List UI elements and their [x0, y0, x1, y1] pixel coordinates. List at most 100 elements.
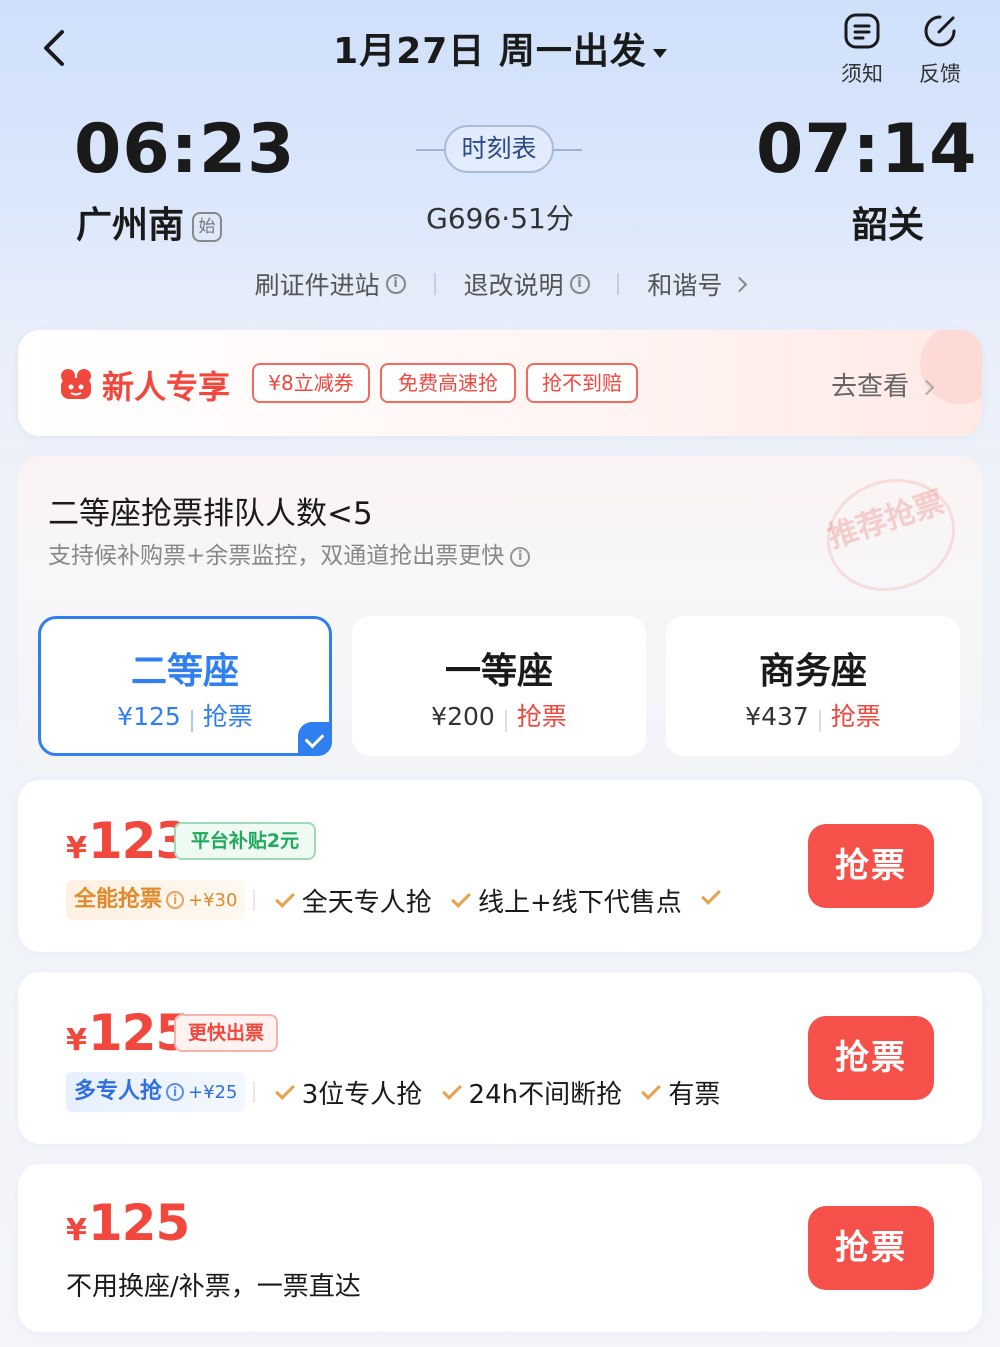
- feature-label: 3位专人抢: [301, 1079, 423, 1110]
- seat-name: 二等座: [130, 651, 239, 692]
- fade-overlay: [718, 972, 788, 1144]
- divider: [818, 709, 821, 732]
- top-bar: 1月27日 周一出发 须知 反馈: [0, 0, 1000, 100]
- departure-time: 06:23: [74, 110, 296, 189]
- check-icon: [641, 1079, 662, 1100]
- seat-price: ¥125: [117, 702, 181, 731]
- promo-title: 新人专享: [102, 368, 231, 406]
- notice-label: 须知: [841, 62, 883, 86]
- divider: [617, 273, 620, 295]
- schedule-line-left: [416, 149, 444, 151]
- badge-extra-price: +¥30: [188, 890, 238, 911]
- currency-symbol: ¥: [66, 1023, 87, 1058]
- schedule-line-right: [554, 149, 582, 151]
- gift-icon: [61, 369, 91, 399]
- feature-item: 3位专人抢: [274, 1074, 423, 1111]
- grab-ticket-button[interactable]: 抢票: [808, 1206, 934, 1290]
- feedback-button[interactable]: 反馈: [910, 12, 970, 88]
- offer-price: ¥125: [66, 1004, 190, 1062]
- offer-price: ¥123: [66, 812, 190, 870]
- chevron-right-icon: [732, 276, 748, 292]
- offer-features: 多专人抢 i +¥25 3位专人抢 24h不间断抢 有票: [66, 1072, 720, 1112]
- all-round-grab-badge: 全能抢票 i +¥30: [66, 880, 246, 920]
- multi-agent-grab-badge: 多专人抢 i +¥25: [66, 1072, 246, 1112]
- seat-grab-label: 抢票: [516, 702, 567, 731]
- badge-label: 全能抢票: [74, 887, 163, 912]
- currency-symbol: ¥: [66, 831, 87, 866]
- promo-view-link[interactable]: 去查看: [830, 366, 935, 403]
- feedback-edit-icon: [924, 15, 956, 47]
- queue-subtitle-text: 支持候补购票+余票监控，双通道抢出票更快: [48, 543, 505, 569]
- check-icon: [451, 887, 471, 908]
- feature-item: 24h不间断抢: [441, 1074, 623, 1111]
- seat-price: ¥437: [745, 702, 809, 731]
- divider: [253, 889, 256, 911]
- promo-view-label: 去查看: [830, 372, 909, 402]
- seat-name: 商务座: [758, 651, 867, 692]
- feature-item: 有票: [641, 1074, 721, 1111]
- train-number-duration: G696·51分: [426, 202, 574, 235]
- promo-tag-coupon: ¥8立减券: [252, 363, 370, 403]
- train-type-label: 和谐号: [647, 271, 723, 300]
- divider: [253, 1081, 256, 1103]
- info-links: 刷证件进站 i 退改说明 i 和谐号: [0, 266, 1000, 302]
- feature-item: 线上+线下代售点: [451, 882, 682, 919]
- offer-description: 不用换座/补票，一票直达: [66, 1272, 361, 1302]
- newcomer-promo-banner[interactable]: 新人专享 ¥8立减券 免费高速抢 抢不到赔 去查看: [18, 330, 982, 436]
- info-icon: i: [569, 274, 590, 294]
- arrival-time: 07:14: [756, 110, 978, 189]
- grab-ticket-button[interactable]: 抢票: [808, 824, 934, 908]
- feature-label: 24h不间断抢: [468, 1079, 623, 1110]
- refund-info-link[interactable]: 退改说明 i: [463, 266, 590, 302]
- feature-label: 有票: [668, 1079, 721, 1110]
- badge-extra-price: +¥25: [188, 1082, 238, 1103]
- refund-label: 退改说明: [463, 271, 564, 300]
- id-entry-link[interactable]: 刷证件进站 i: [255, 266, 406, 302]
- currency-symbol: ¥: [66, 1213, 87, 1248]
- notice-button[interactable]: 须知: [832, 12, 892, 88]
- fade-overlay: [718, 780, 788, 952]
- caret-down-icon: [652, 48, 667, 58]
- offer-card-multi-agent[interactable]: ¥125 更快出票 多专人抢 i +¥25 3位专人抢 24h不间断抢 有票 抢票: [18, 972, 982, 1144]
- divider: [433, 273, 436, 295]
- schedule-button[interactable]: 时刻表: [416, 125, 582, 175]
- info-icon: i: [385, 274, 406, 294]
- train-type-link[interactable]: 和谐号: [647, 266, 748, 302]
- check-icon: [441, 1079, 462, 1100]
- queue-title: 二等座抢票排队人数<5: [48, 496, 373, 532]
- id-entry-label: 刷证件进站: [254, 271, 380, 300]
- feature-label: 全天专人抢: [301, 887, 432, 918]
- selected-check-icon: [298, 722, 332, 756]
- offer-card-direct[interactable]: ¥125 不用换座/补票，一票直达 抢票: [18, 1164, 982, 1332]
- check-icon: [274, 887, 295, 908]
- chevron-right-icon: [918, 379, 935, 396]
- subsidy-tag: 平台补贴2元: [174, 822, 316, 860]
- faster-issue-tag: 更快出票: [174, 1014, 278, 1052]
- grab-ticket-button[interactable]: 抢票: [808, 1016, 934, 1100]
- notice-icon: [844, 13, 880, 49]
- seat-selection-card: 推荐抢票 二等座抢票排队人数<5 支持候补购票+余票监控，双通道抢出票更快 i 二…: [18, 456, 982, 772]
- seat-price: ¥200: [431, 702, 495, 731]
- badge-label: 多专人抢: [74, 1079, 163, 1104]
- info-icon[interactable]: i: [166, 891, 185, 909]
- seat-option-second-class[interactable]: 二等座 ¥125 抢票: [38, 616, 332, 756]
- seat-option-first-class[interactable]: 一等座 ¥200 抢票: [352, 616, 646, 756]
- offer-card-all-round[interactable]: ¥123 平台补贴2元 全能抢票 i +¥30 全天专人抢 线上+线下代售点 抢票: [18, 780, 982, 952]
- feature-item: 全天专人抢: [274, 882, 432, 919]
- seat-grab-label: 抢票: [202, 702, 253, 731]
- price-value: 125: [87, 1194, 190, 1252]
- info-icon[interactable]: i: [166, 1083, 185, 1101]
- promo-tag-guarantee: 抢不到赔: [526, 363, 638, 403]
- promo-tag-free-grab: 免费高速抢: [380, 363, 516, 403]
- offer-price: ¥125: [66, 1194, 190, 1252]
- recommend-stamp: 推荐抢票: [812, 462, 970, 608]
- offer-features: 全能抢票 i +¥30 全天专人抢 线上+线下代售点: [66, 880, 728, 920]
- feature-label: 线上+线下代售点: [478, 887, 682, 918]
- date-title: 1月27日 周一出发: [333, 31, 647, 72]
- seat-name: 一等座: [444, 651, 553, 692]
- seat-option-business-class[interactable]: 商务座 ¥437 抢票: [666, 616, 960, 756]
- check-icon: [274, 1079, 295, 1100]
- schedule-label: 时刻表: [444, 125, 554, 173]
- queue-subtitle: 支持候补购票+余票监控，双通道抢出票更快 i: [48, 536, 531, 570]
- info-icon[interactable]: i: [510, 546, 531, 567]
